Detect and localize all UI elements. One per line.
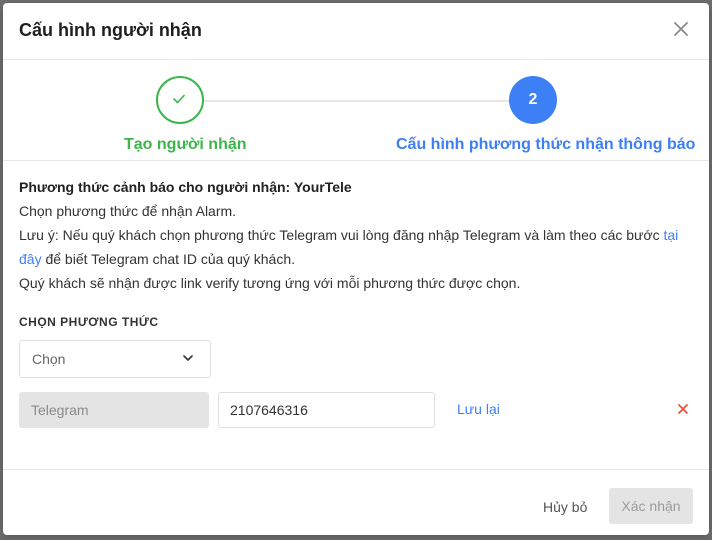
save-link[interactable]: Lưu lại	[457, 401, 500, 417]
close-button[interactable]	[671, 19, 691, 39]
note-text: Lưu ý: Nếu quý khách chọn phương thức Te…	[19, 227, 664, 243]
check-icon	[173, 94, 185, 104]
close-icon	[678, 404, 688, 414]
stepper: 2 Tạo người nhận Cấu hình phương thức nh…	[3, 60, 709, 161]
dialog-title: Cấu hình người nhận	[19, 20, 202, 40]
info-note: Lưu ý: Nếu quý khách chọn phương thức Te…	[19, 223, 693, 247]
stepper-connector	[203, 100, 511, 102]
method-select-value: Chọn	[32, 351, 66, 367]
info-line-3: Quý khách sẽ nhận được link verify tương…	[19, 275, 521, 291]
note-suffix: để biết Telegram chat ID của quý khách.	[41, 251, 296, 267]
telegram-help-link-2[interactable]: đây	[19, 251, 42, 267]
dialog-header: Cấu hình người nhận	[3, 3, 709, 60]
method-select[interactable]: Chọn	[19, 340, 211, 378]
dialog-footer: Hủy bỏ Xác nhận	[3, 469, 709, 535]
step-2-label: Cấu hình phương thức nhận thông báo	[396, 136, 696, 153]
info-line-1: Chọn phương thức để nhận Alarm.	[19, 203, 237, 219]
chevron-down-icon	[183, 355, 193, 361]
chat-id-input[interactable]	[218, 392, 435, 428]
step-1-label: Tạo người nhận	[124, 136, 247, 153]
step-2-indicator: 2	[509, 76, 557, 124]
info-heading: Phương thức cảnh báo cho người nhận: You…	[19, 179, 352, 195]
remove-method-button[interactable]	[677, 402, 689, 420]
telegram-help-link[interactable]: tại	[663, 227, 678, 243]
method-section-label: CHỌN PHƯƠNG THỨC	[19, 315, 159, 329]
cancel-button[interactable]: Hủy bỏ	[531, 490, 599, 524]
step-1-indicator	[156, 76, 204, 124]
recipient-config-dialog: Cấu hình người nhận 2 Tạo người nhận Cấu…	[3, 3, 709, 535]
channel-field: Telegram	[19, 392, 209, 428]
info-section: Phương thức cảnh báo cho người nhận: You…	[19, 175, 693, 295]
confirm-button[interactable]: Xác nhận	[609, 488, 693, 524]
info-note-cont: đây để biết Telegram chat ID của quý khá…	[19, 247, 693, 271]
close-icon	[674, 22, 688, 36]
channel-value: Telegram	[31, 402, 89, 418]
